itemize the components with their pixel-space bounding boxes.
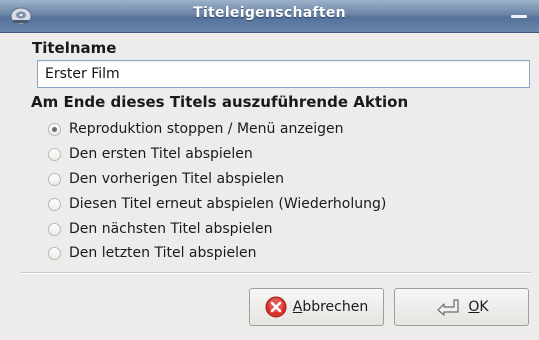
radio-button[interactable] bbox=[48, 246, 61, 260]
radio-button-checked[interactable] bbox=[48, 122, 61, 136]
minimize-icon[interactable] bbox=[508, 9, 530, 23]
radio-play-next[interactable]: Den nächsten Titel abspielen bbox=[48, 218, 272, 240]
radio-button[interactable] bbox=[48, 147, 61, 161]
ok-arrow-icon bbox=[437, 299, 459, 316]
radio-label: Den letzten Titel abspielen bbox=[69, 245, 257, 261]
separator bbox=[21, 272, 530, 274]
radio-label: Den vorherigen Titel abspielen bbox=[69, 171, 285, 187]
radio-repeat-this[interactable]: Diesen Titel erneut abspielen (Wiederhol… bbox=[48, 193, 386, 215]
radio-label: Den nächsten Titel abspielen bbox=[69, 221, 273, 237]
title-name-input[interactable] bbox=[37, 60, 530, 88]
ok-button[interactable]: OK bbox=[394, 288, 529, 326]
ok-mnemonic: O bbox=[468, 299, 480, 315]
radio-button[interactable] bbox=[48, 197, 61, 211]
radio-button[interactable] bbox=[48, 222, 61, 236]
dialog-window: Titeleigenschaften Titelname Am Ende die… bbox=[0, 0, 539, 340]
cancel-button-label: Abbrechen bbox=[293, 299, 368, 315]
ok-button-label: OK bbox=[468, 299, 488, 315]
cancel-icon bbox=[265, 296, 287, 318]
radio-label: Diesen Titel erneut abspielen (Wiederhol… bbox=[69, 196, 387, 212]
title-name-label: Titelname bbox=[32, 39, 117, 57]
radio-label: Reproduktion stoppen / Menü anzeigen bbox=[69, 121, 344, 137]
radio-play-first[interactable]: Den ersten Titel abspielen bbox=[48, 143, 253, 165]
ok-label-rest: K bbox=[479, 299, 489, 315]
radio-label: Den ersten Titel abspielen bbox=[69, 146, 253, 162]
radio-play-previous[interactable]: Den vorherigen Titel abspielen bbox=[48, 168, 284, 190]
window-title: Titeleigenschaften bbox=[193, 5, 346, 21]
radio-play-last[interactable]: Den letzten Titel abspielen bbox=[48, 242, 256, 264]
cancel-label-rest: bbrechen bbox=[302, 299, 369, 315]
cancel-mnemonic: A bbox=[292, 299, 303, 315]
cancel-button[interactable]: Abbrechen bbox=[249, 288, 384, 326]
end-action-label: Am Ende dieses Titels auszuführende Akti… bbox=[31, 93, 409, 111]
radio-stop-show-menu[interactable]: Reproduktion stoppen / Menü anzeigen bbox=[48, 118, 344, 140]
title-bar[interactable]: Titeleigenschaften bbox=[0, 0, 539, 33]
radio-button[interactable] bbox=[48, 172, 61, 186]
